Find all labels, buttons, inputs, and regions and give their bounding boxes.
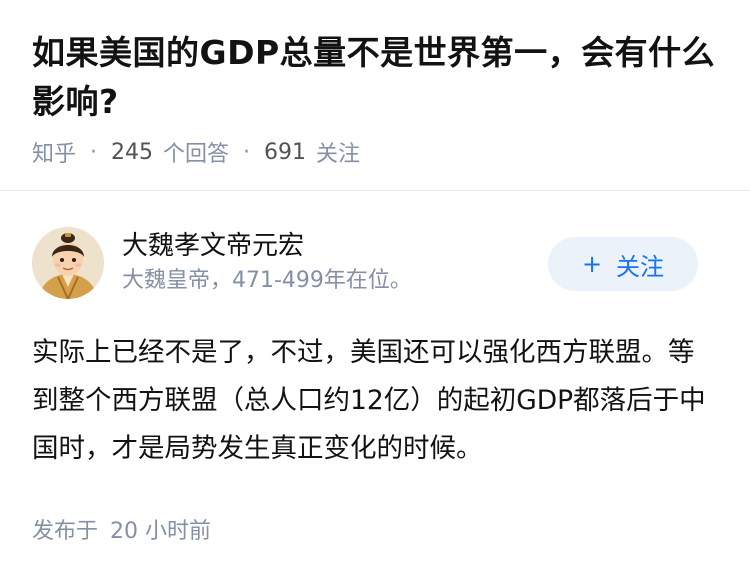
separator-dot: · bbox=[90, 139, 98, 165]
plus-icon: + bbox=[581, 250, 603, 278]
emperor-avatar-icon bbox=[32, 227, 104, 299]
answer-count-label[interactable]: 个回答 bbox=[163, 136, 229, 168]
author-info: 大魏孝文帝元宏 大魏皇帝，471-499年在位。 bbox=[122, 229, 412, 297]
avatar[interactable] bbox=[32, 227, 104, 299]
question-title[interactable]: 如果美国的GDP总量不是世界第一，会有什么影响? bbox=[32, 28, 718, 126]
answer-card: 大魏孝文帝元宏 大魏皇帝，471-499年在位。 + 关注 实际上已经不是了，不… bbox=[0, 191, 750, 545]
author-row: 大魏孝文帝元宏 大魏皇帝，471-499年在位。 + 关注 bbox=[32, 227, 718, 299]
answer-count[interactable]: 245 bbox=[111, 140, 153, 165]
follower-count-label: 关注 bbox=[316, 142, 361, 167]
posted-label: 发布于 bbox=[32, 519, 99, 544]
answer-content[interactable]: 实际上已经不是了，不过，美国还可以强化西方联盟。等到整个西方联盟（总人口约12亿… bbox=[32, 329, 718, 473]
author-bio: 大魏皇帝，471-499年在位。 bbox=[122, 268, 412, 293]
posted-time: 20 小时前 bbox=[110, 519, 212, 544]
follow-button-label: 关注 bbox=[616, 252, 665, 281]
separator-dot: · bbox=[243, 139, 251, 165]
follow-button[interactable]: + 关注 bbox=[548, 237, 698, 291]
follower-count: 691 bbox=[264, 139, 307, 165]
author-name[interactable]: 大魏孝文帝元宏 bbox=[122, 229, 412, 263]
question-header: 如果美国的GDP总量不是世界第一，会有什么影响? 知乎 · 245 个回答 · … bbox=[0, 0, 750, 168]
post-timestamp: 发布于 20 小时前 bbox=[32, 513, 718, 545]
source-label[interactable]: 知乎 bbox=[32, 136, 76, 168]
question-meta: 知乎 · 245 个回答 · 691 关注 bbox=[32, 136, 718, 168]
